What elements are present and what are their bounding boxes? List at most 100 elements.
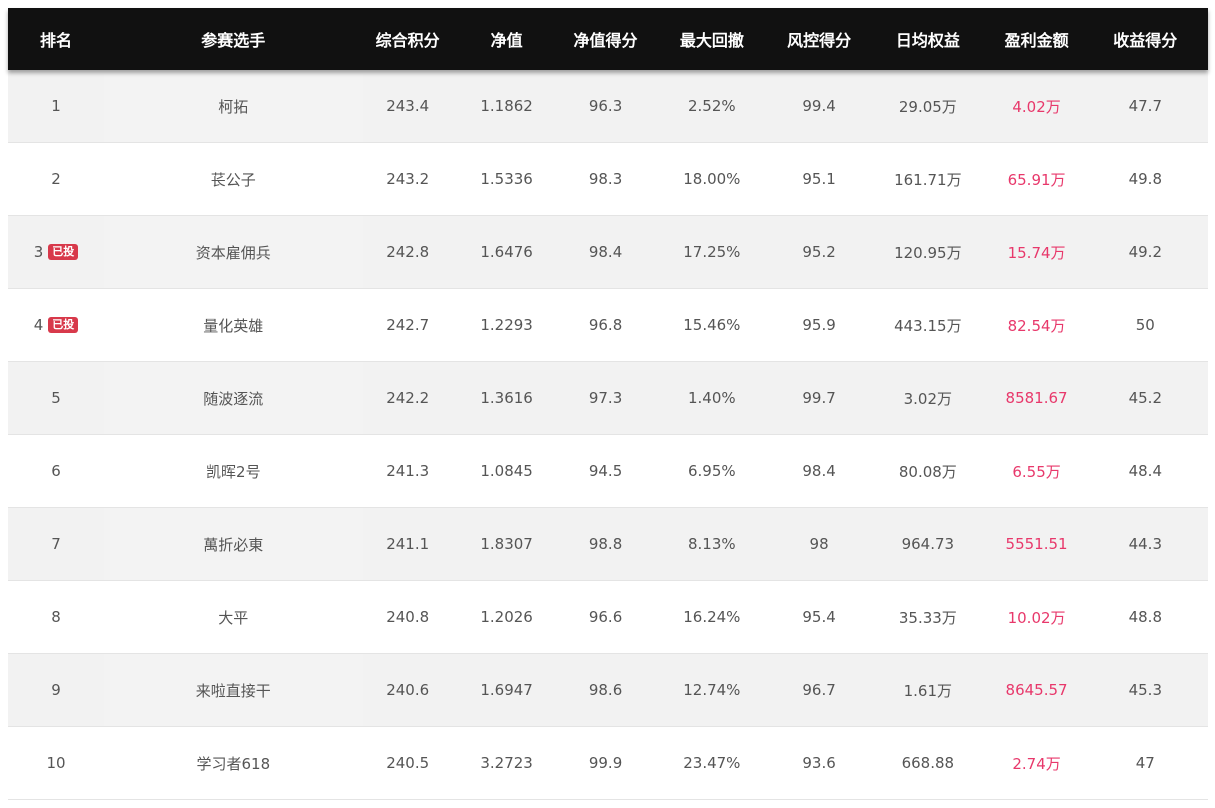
risk-score: 99.7 [802,389,836,407]
return-score: 49.8 [1128,170,1162,188]
total-score: 240.8 [386,608,430,626]
max-drawdown: 15.46% [683,316,741,334]
table-row[interactable]: 2 苌公子 243.2 1.5336 98.3 18.00% 95.1 161.71万 65.9… [8,143,1208,216]
rank-cell: 5 [8,389,104,407]
nav-value: 1.5336 [480,170,533,188]
player-name[interactable]: 资本雇佣兵 [104,216,363,288]
nav-value: 1.3616 [480,389,533,407]
header-total-score[interactable]: 综合积分 [363,27,453,51]
return-score: 45.2 [1128,389,1162,407]
rank-number: 6 [51,462,61,480]
nav-value: 1.0845 [480,462,533,480]
rank-cell: 8 [8,608,104,626]
daily-equity: 161.71万 [894,170,962,189]
daily-equity: 29.05万 [898,97,957,116]
table-row[interactable]: 4 已投 量化英雄 242.7 1.2293 96.8 15.46% 95.9 443.15万 8… [8,289,1208,362]
max-drawdown: 8.13% [688,535,736,553]
player-name[interactable]: 大平 [104,581,363,653]
table-row[interactable]: 1 柯拓 243.4 1.1862 96.3 2.52% 99.4 29.05万 4.02万 47… [8,70,1208,143]
rank-cell: 6 [8,462,104,480]
player-name[interactable]: 来啦直接干 [104,654,363,726]
player-name[interactable]: 学习者618 [104,727,363,799]
table-row[interactable]: 7 萬折必東 241.1 1.8307 98.8 8.13% 98 964.73 5551.51… [8,508,1208,581]
total-score: 242.7 [386,316,430,334]
daily-equity: 3.02万 [903,389,953,408]
nav-value: 1.8307 [480,535,533,553]
max-drawdown: 16.24% [683,608,741,626]
header-player[interactable]: 参赛选手 [104,27,363,51]
return-score: 48.4 [1128,462,1162,480]
rank-cell: 1 [8,97,104,115]
risk-score: 96.7 [802,681,836,699]
return-score: 45.3 [1128,681,1162,699]
daily-equity: 80.08万 [898,462,957,481]
profit-amount: 6.55万 [1012,462,1061,481]
rank-number: 1 [51,97,61,115]
nav-score: 96.3 [588,97,623,115]
risk-score: 98 [809,535,829,553]
player-name[interactable]: 柯拓 [104,70,363,142]
table-row[interactable]: 9 来啦直接干 240.6 1.6947 98.6 12.74% 96.7 1.61万 8645… [8,654,1208,727]
rank-cell: 4 已投 [8,316,104,334]
player-name[interactable]: 随波逐流 [104,362,363,434]
nav-value: 1.2293 [480,316,533,334]
header-return-score[interactable]: 收益得分 [1083,27,1208,51]
player-name[interactable]: 萬折必東 [104,508,363,580]
table-header: 排名 参赛选手 综合积分 净值 净值得分 最大回撤 风控得分 日均权益 盈利金额… [8,8,1208,70]
nav-value: 1.6947 [480,681,533,699]
rank-number: 9 [51,681,61,699]
return-score: 47.7 [1128,97,1162,115]
risk-score: 98.4 [802,462,836,480]
header-nav[interactable]: 净值 [453,27,561,51]
invested-badge: 已投 [48,244,79,260]
nav-score: 98.6 [588,681,623,699]
table-row[interactable]: 8 大平 240.8 1.2026 96.6 16.24% 95.4 35.33万 10.02万… [8,581,1208,654]
header-rank[interactable]: 排名 [8,27,104,51]
return-score: 47 [1135,754,1155,772]
header-max-drawdown[interactable]: 最大回撤 [651,27,773,51]
rank-cell: 7 [8,535,104,553]
profit-amount: 82.54万 [1007,316,1066,335]
risk-score: 95.1 [802,170,836,188]
rank-number: 8 [51,608,61,626]
risk-score: 99.4 [802,97,836,115]
risk-score: 95.2 [802,243,836,261]
header-risk-score[interactable]: 风控得分 [773,27,865,51]
nav-value: 1.2026 [480,608,533,626]
profit-amount: 8581.67 [1005,389,1068,407]
rank-number: 3 [33,243,44,261]
return-score: 50 [1135,316,1155,334]
risk-score: 93.6 [802,754,836,772]
nav-value: 1.6476 [480,243,533,261]
player-name[interactable]: 量化英雄 [104,289,363,361]
header-profit[interactable]: 盈利金额 [991,27,1083,51]
nav-score: 97.3 [588,389,623,407]
table-row[interactable]: 10 学习者618 240.5 3.2723 99.9 23.47% 93.6 668.88 2… [8,727,1208,800]
header-nav-score[interactable]: 净值得分 [560,27,650,51]
table-body: 1 柯拓 243.4 1.1862 96.3 2.52% 99.4 29.05万 4.02万 47… [8,70,1208,800]
total-score: 242.2 [386,389,430,407]
max-drawdown: 2.52% [688,97,736,115]
invested-badge: 已投 [48,317,79,333]
rank-cell: 3 已投 [8,243,104,261]
header-daily-equity[interactable]: 日均权益 [865,27,990,51]
daily-equity: 443.15万 [894,316,962,335]
rank-number: 4 [33,316,44,334]
rank-number: 2 [51,170,61,188]
player-name[interactable]: 凯晖2号 [104,435,363,507]
nav-score: 96.8 [588,316,623,334]
daily-equity: 35.33万 [898,608,957,627]
player-name[interactable]: 苌公子 [104,143,363,215]
risk-score: 95.9 [802,316,836,334]
profit-amount: 8645.57 [1005,681,1068,699]
nav-score: 94.5 [588,462,623,480]
rank-number: 10 [46,754,66,772]
table-row[interactable]: 5 随波逐流 242.2 1.3616 97.3 1.40% 99.7 3.02万 8581.6… [8,362,1208,435]
total-score: 242.8 [386,243,430,261]
rank-cell: 2 [8,170,104,188]
return-score: 48.8 [1128,608,1162,626]
table-row[interactable]: 3 已投 资本雇佣兵 242.8 1.6476 98.4 17.25% 95.2 120.95万… [8,216,1208,289]
max-drawdown: 1.40% [688,389,736,407]
table-row[interactable]: 6 凯晖2号 241.3 1.0845 94.5 6.95% 98.4 80.08万 6.55万… [8,435,1208,508]
daily-equity: 964.73 [901,535,955,553]
